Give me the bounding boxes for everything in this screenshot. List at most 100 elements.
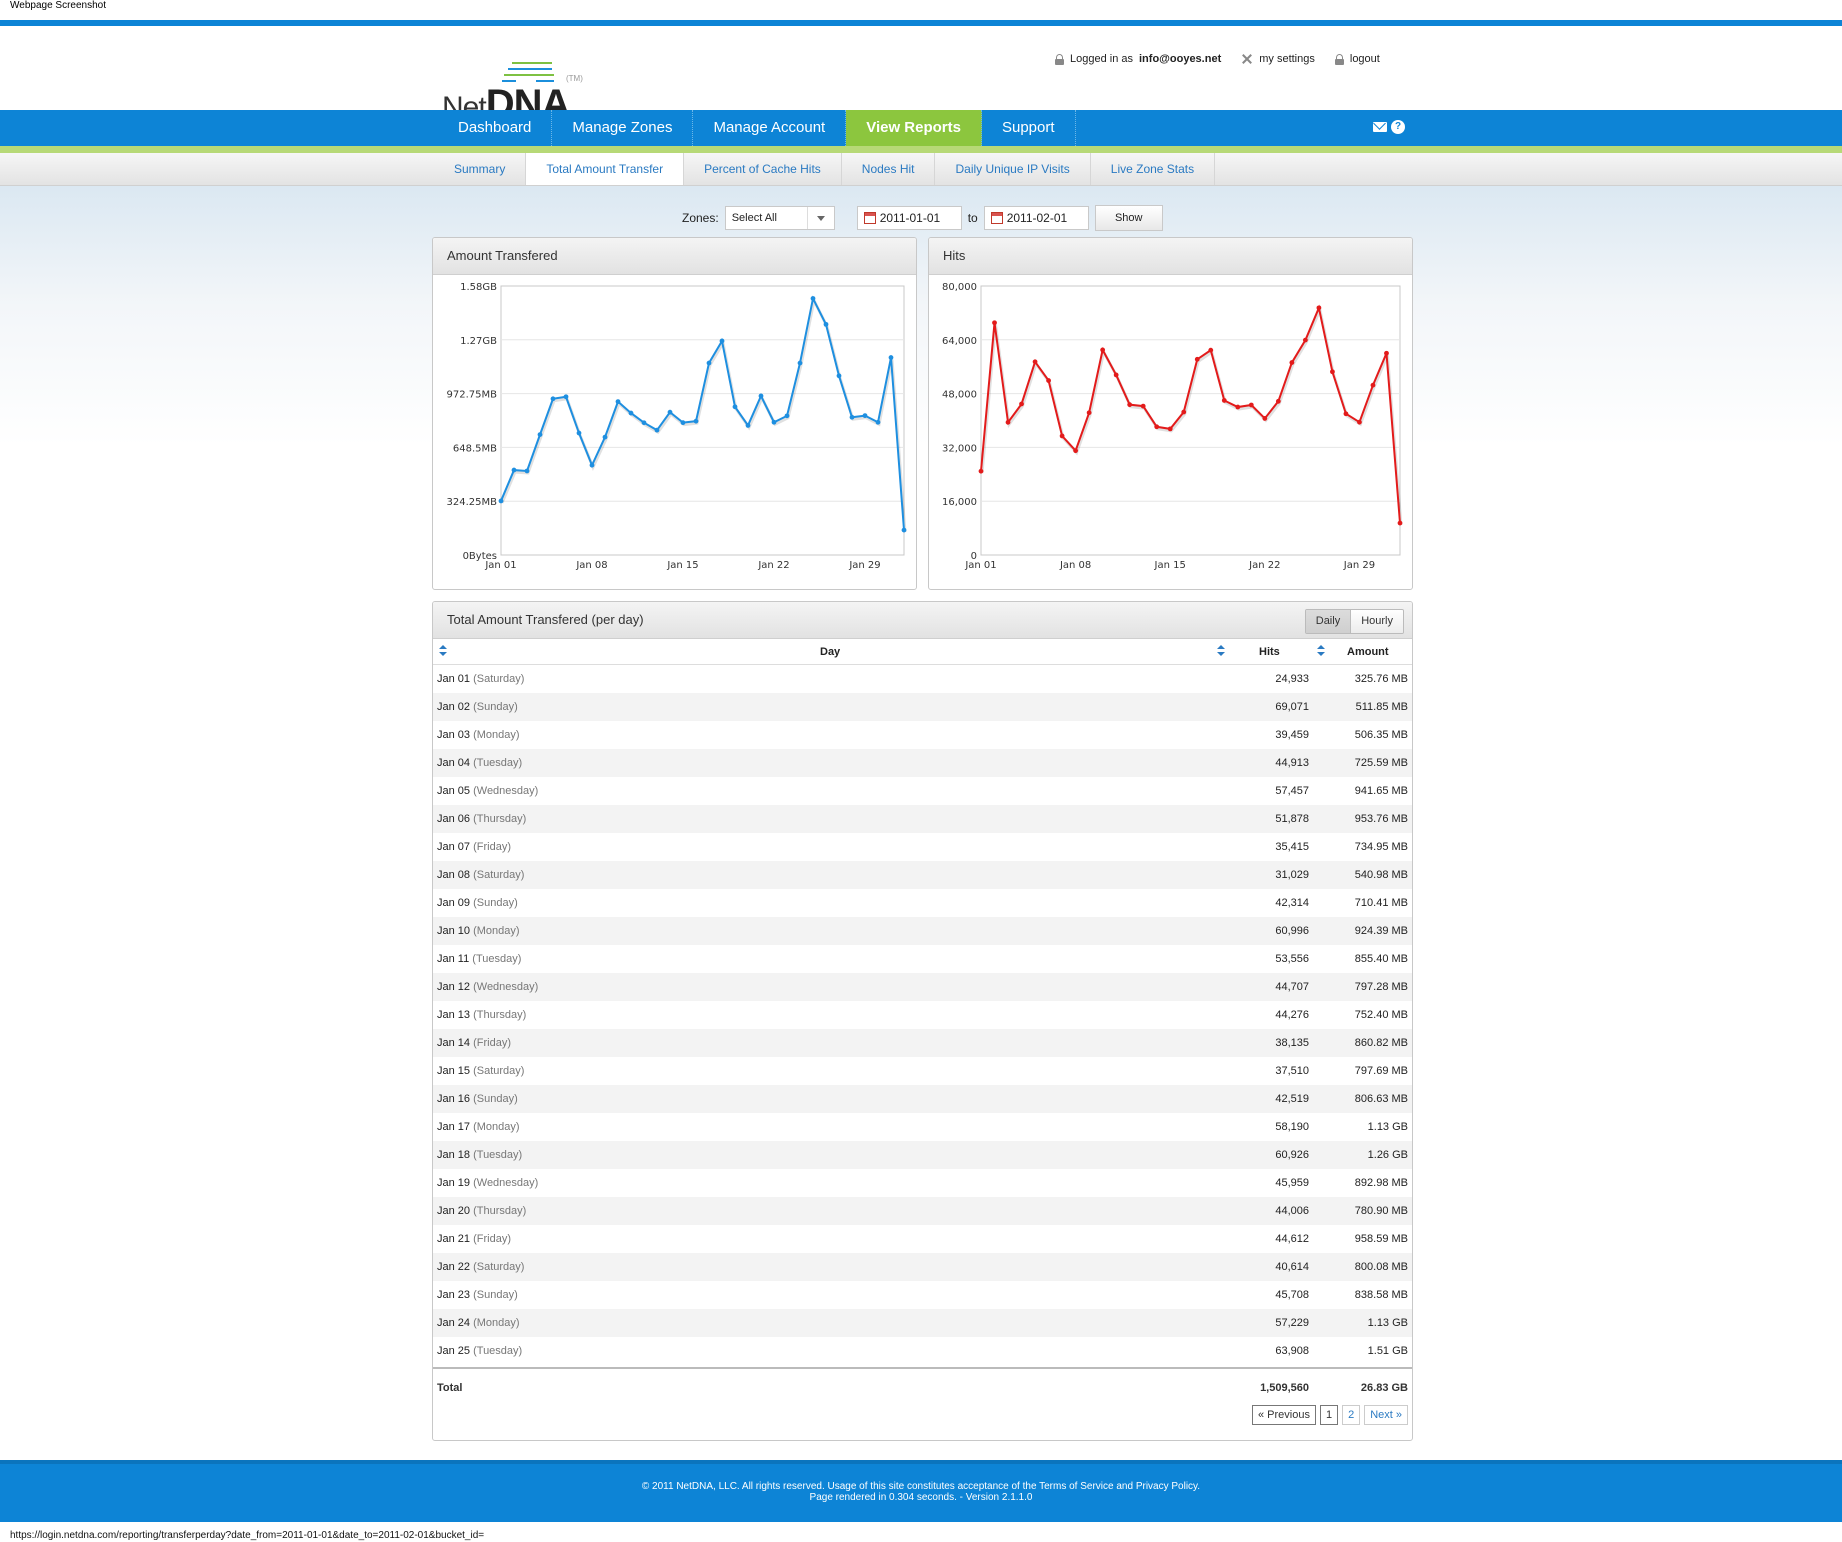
data-point[interactable]: [1086, 410, 1092, 416]
tab-percent-of-cache-hits[interactable]: Percent of Cache Hits: [684, 153, 842, 185]
data-point[interactable]: [732, 404, 738, 410]
data-point[interactable]: [589, 462, 595, 468]
data-point[interactable]: [1357, 419, 1362, 425]
data-point[interactable]: [576, 430, 582, 436]
data-point[interactable]: [1343, 411, 1349, 417]
data-point[interactable]: [498, 498, 504, 504]
data-point[interactable]: [1113, 372, 1119, 378]
tab-nodes-hit[interactable]: Nodes Hit: [842, 153, 936, 185]
tab-summary[interactable]: Summary: [434, 153, 527, 185]
tab-live-zone-stats[interactable]: Live Zone Stats: [1091, 153, 1216, 185]
hourly-toggle[interactable]: Hourly: [1351, 610, 1403, 633]
data-point[interactable]: [537, 432, 543, 438]
data-point[interactable]: [875, 419, 881, 425]
sort-hits-icon[interactable]: [1217, 645, 1225, 657]
main-nav-manage-zones[interactable]: Manage Zones: [552, 110, 694, 146]
data-point[interactable]: [511, 467, 517, 473]
data-point[interactable]: [1046, 378, 1051, 383]
data-point[interactable]: [1127, 402, 1133, 408]
data-point[interactable]: [1208, 347, 1214, 353]
data-point[interactable]: [641, 420, 647, 426]
main-nav-manage-account[interactable]: Manage Account: [693, 110, 847, 146]
data-point[interactable]: [1059, 433, 1065, 439]
date-to-field[interactable]: 2011-02-01: [983, 206, 1089, 230]
data-point[interactable]: [524, 468, 530, 474]
data-point[interactable]: [563, 394, 569, 400]
data-point[interactable]: [862, 413, 868, 419]
data-point[interactable]: [550, 396, 556, 402]
data-point[interactable]: [1289, 360, 1295, 365]
data-point[interactable]: [680, 420, 686, 426]
data-point[interactable]: [1302, 337, 1308, 343]
zones-select[interactable]: Select All: [724, 206, 835, 230]
column-header-day[interactable]: Day: [820, 646, 840, 658]
data-point[interactable]: [823, 321, 829, 327]
data-point[interactable]: [758, 393, 764, 399]
calendar-icon[interactable]: [863, 212, 876, 224]
data-point[interactable]: [1330, 369, 1335, 375]
data-point[interactable]: [810, 296, 816, 301]
tab-total-amount-transfer[interactable]: Total Amount Transfer: [526, 153, 685, 185]
data-point[interactable]: [1370, 382, 1376, 388]
data-point[interactable]: [1235, 404, 1241, 410]
tab-daily-unique-ip-visits[interactable]: Daily Unique IP Visits: [935, 153, 1091, 185]
data-point[interactable]: [992, 320, 997, 326]
data-point[interactable]: [667, 409, 673, 415]
calendar-icon[interactable]: [990, 212, 1003, 224]
data-point[interactable]: [1397, 520, 1403, 526]
table-row: Jan 19 (Wednesday) 45,959 892.98 MB: [433, 1169, 1412, 1197]
data-point[interactable]: [1073, 448, 1079, 454]
data-point[interactable]: [1140, 403, 1146, 409]
data-point[interactable]: [1248, 402, 1254, 408]
page-1-button[interactable]: 1: [1319, 1405, 1339, 1425]
date-from-field[interactable]: 2011-01-01: [856, 206, 962, 230]
help-icon[interactable]: ?: [1391, 120, 1405, 134]
data-point[interactable]: [771, 419, 777, 425]
amount-cell: 941.65 MB: [1354, 785, 1408, 797]
data-point[interactable]: [654, 427, 660, 433]
data-point[interactable]: [836, 373, 842, 379]
data-point[interactable]: [602, 434, 608, 440]
data-point[interactable]: [615, 399, 621, 405]
data-point[interactable]: [693, 418, 699, 424]
data-point[interactable]: [1005, 419, 1011, 425]
data-point[interactable]: [1221, 398, 1227, 403]
main-nav-view-reports[interactable]: View Reports: [846, 110, 982, 146]
data-point[interactable]: [1194, 356, 1200, 362]
data-point[interactable]: [1384, 350, 1389, 356]
data-point[interactable]: [978, 468, 984, 474]
data-point[interactable]: [1262, 416, 1268, 421]
daily-toggle[interactable]: Daily: [1305, 610, 1352, 633]
data-point[interactable]: [888, 355, 894, 360]
data-point[interactable]: [797, 360, 803, 366]
data-point[interactable]: [1032, 359, 1038, 365]
data-point[interactable]: [1019, 401, 1024, 407]
data-point[interactable]: [1316, 305, 1322, 311]
data-point[interactable]: [1167, 426, 1173, 432]
column-header-hits[interactable]: Hits: [1259, 646, 1280, 658]
next-page-link[interactable]: Next »: [1364, 1405, 1408, 1425]
table-row: Jan 06 (Thursday) 51,878 953.76 MB: [433, 805, 1412, 833]
page-2-link[interactable]: 2: [1342, 1405, 1361, 1425]
show-button[interactable]: Show: [1094, 205, 1163, 231]
column-header-amount[interactable]: Amount: [1347, 646, 1389, 658]
data-point[interactable]: [849, 414, 855, 420]
data-point[interactable]: [1275, 398, 1281, 404]
my-settings-link[interactable]: my settings: [1241, 53, 1315, 65]
sort-day-icon[interactable]: [439, 645, 447, 657]
main-nav-support[interactable]: Support: [982, 110, 1076, 146]
previous-page-button[interactable]: « Previous: [1251, 1405, 1316, 1425]
data-point[interactable]: [784, 413, 790, 419]
mail-icon[interactable]: [1373, 122, 1387, 132]
data-point[interactable]: [719, 338, 725, 344]
data-point[interactable]: [706, 360, 712, 366]
sort-amount-icon[interactable]: [1317, 645, 1325, 657]
data-point[interactable]: [901, 527, 907, 533]
data-point[interactable]: [1100, 347, 1106, 353]
data-point[interactable]: [1154, 424, 1160, 430]
data-point[interactable]: [1181, 409, 1187, 415]
logout-link[interactable]: logout: [1334, 53, 1380, 65]
data-point[interactable]: [745, 423, 751, 428]
main-nav-dashboard[interactable]: Dashboard: [438, 110, 553, 146]
data-point[interactable]: [628, 410, 634, 416]
